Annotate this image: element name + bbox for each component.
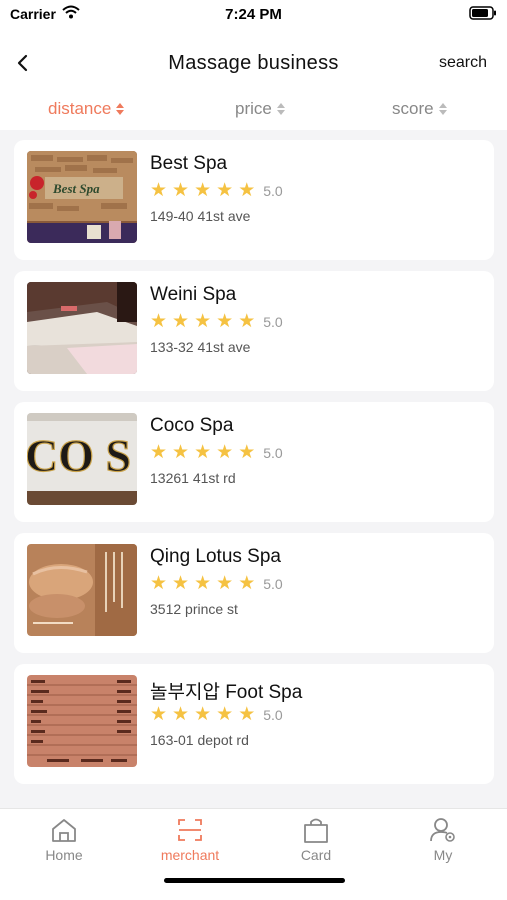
star-icon: ★	[150, 704, 168, 725]
rating-score: 5.0	[263, 706, 283, 723]
sort-distance[interactable]: distance	[48, 99, 125, 119]
tab-bar: Home merchant Card My	[0, 808, 507, 900]
business-name: Weini Spa	[150, 284, 237, 305]
sort-distance-label: distance	[48, 99, 112, 118]
rating-score: 5.0	[263, 182, 283, 199]
star-icon: ★	[194, 311, 212, 332]
sort-arrows-icon	[438, 103, 447, 115]
star-icon: ★	[216, 180, 234, 201]
business-photo: CO S	[27, 413, 137, 505]
star-icon: ★	[238, 442, 256, 463]
business-card[interactable]: Qing Lotus Spa ★ ★ ★ ★ ★ 5.0 3512 prince st	[14, 533, 494, 653]
star-icon: ★	[172, 442, 190, 463]
star-icon: ★	[150, 311, 168, 332]
shopping-bag-icon	[304, 818, 328, 843]
svg-text:Best Spa: Best Spa	[52, 181, 100, 196]
star-icon: ★	[238, 180, 256, 201]
tab-card-label: Card	[300, 847, 332, 863]
business-card[interactable]: Best Spa Best Spa ★ ★ ★ ★ ★ 5.0 149-40 41st …	[14, 140, 494, 260]
business-card[interactable]: 놀부지압 Foot Spa ★ ★ ★ ★ ★ 5.0 163-01 depot rd	[14, 664, 494, 784]
star-icon: ★	[172, 311, 190, 332]
business-list: Best Spa Best Spa ★ ★ ★ ★ ★ 5.0 149-40 41st …	[14, 140, 494, 795]
business-card[interactable]: CO S Coco Spa ★ ★ ★ ★ ★ 5.0 13261 41st rd	[14, 402, 494, 522]
battery-icon	[469, 6, 496, 20]
svg-text:CO S: CO S	[27, 430, 131, 481]
sort-arrows-icon	[276, 103, 285, 115]
page-title: Massage business	[168, 52, 339, 74]
tab-card[interactable]: Card	[266, 817, 366, 863]
tab-home-label: Home	[45, 847, 83, 863]
business-name: 놀부지압 Foot Spa	[150, 682, 303, 703]
star-icon: ★	[150, 442, 168, 463]
star-icon: ★	[238, 704, 256, 725]
star-icon: ★	[216, 442, 234, 463]
star-icon: ★	[194, 180, 212, 201]
business-name: Qing Lotus Spa	[150, 546, 281, 567]
business-address: 149-40 41st ave	[150, 208, 251, 224]
star-icon: ★	[238, 311, 256, 332]
star-icon: ★	[194, 573, 212, 594]
search-button[interactable]: search	[439, 54, 487, 72]
rating-score: 5.0	[263, 313, 283, 330]
nav-bar: Massage business search	[0, 30, 507, 92]
rating-score: 5.0	[263, 575, 283, 592]
sort-bar: distance price score	[0, 92, 507, 130]
star-icon: ★	[150, 573, 168, 594]
tab-home[interactable]: Home	[14, 817, 114, 863]
sort-score-label: score	[392, 99, 434, 118]
user-settings-icon	[430, 818, 455, 842]
scan-icon	[178, 819, 202, 841]
star-icon: ★	[216, 311, 234, 332]
sort-score[interactable]: score	[392, 99, 447, 119]
business-address: 163-01 depot rd	[150, 732, 249, 748]
business-card[interactable]: Weini Spa ★ ★ ★ ★ ★ 5.0 133-32 41st ave	[14, 271, 494, 391]
status-time: 7:24 PM	[225, 6, 282, 23]
star-rating: ★ ★ ★ ★ ★ 5.0	[150, 443, 283, 462]
tab-my-label: My	[433, 847, 453, 863]
star-rating: ★ ★ ★ ★ ★ 5.0	[150, 312, 283, 331]
star-icon: ★	[194, 442, 212, 463]
tab-merchant-label: merchant	[160, 847, 220, 863]
business-photo: Best Spa	[27, 151, 137, 243]
business-photo	[27, 282, 137, 374]
star-rating: ★ ★ ★ ★ ★ 5.0	[150, 574, 283, 593]
star-icon: ★	[172, 573, 190, 594]
star-icon: ★	[194, 704, 212, 725]
rating-score: 5.0	[263, 444, 283, 461]
star-rating: ★ ★ ★ ★ ★ 5.0	[150, 705, 283, 724]
tab-my[interactable]: My	[393, 817, 493, 863]
status-bar: Carrier 7:24 PM	[0, 0, 507, 30]
business-name: Coco Spa	[150, 415, 234, 436]
star-icon: ★	[238, 573, 256, 594]
tab-merchant[interactable]: merchant	[140, 817, 240, 863]
home-indicator	[164, 878, 345, 883]
business-address: 13261 41st rd	[150, 470, 236, 486]
business-photo	[27, 675, 137, 767]
sort-price[interactable]: price	[235, 99, 285, 119]
star-icon: ★	[172, 180, 190, 201]
star-icon: ★	[172, 704, 190, 725]
business-address: 3512 prince st	[150, 601, 238, 617]
star-rating: ★ ★ ★ ★ ★ 5.0	[150, 181, 283, 200]
business-name: Best Spa	[150, 153, 228, 174]
home-icon	[52, 819, 76, 842]
sort-price-label: price	[235, 99, 272, 118]
sort-arrows-icon	[116, 103, 125, 115]
star-icon: ★	[216, 573, 234, 594]
star-icon: ★	[216, 704, 234, 725]
business-address: 133-32 41st ave	[150, 339, 251, 355]
star-icon: ★	[150, 180, 168, 201]
business-photo	[27, 544, 137, 636]
